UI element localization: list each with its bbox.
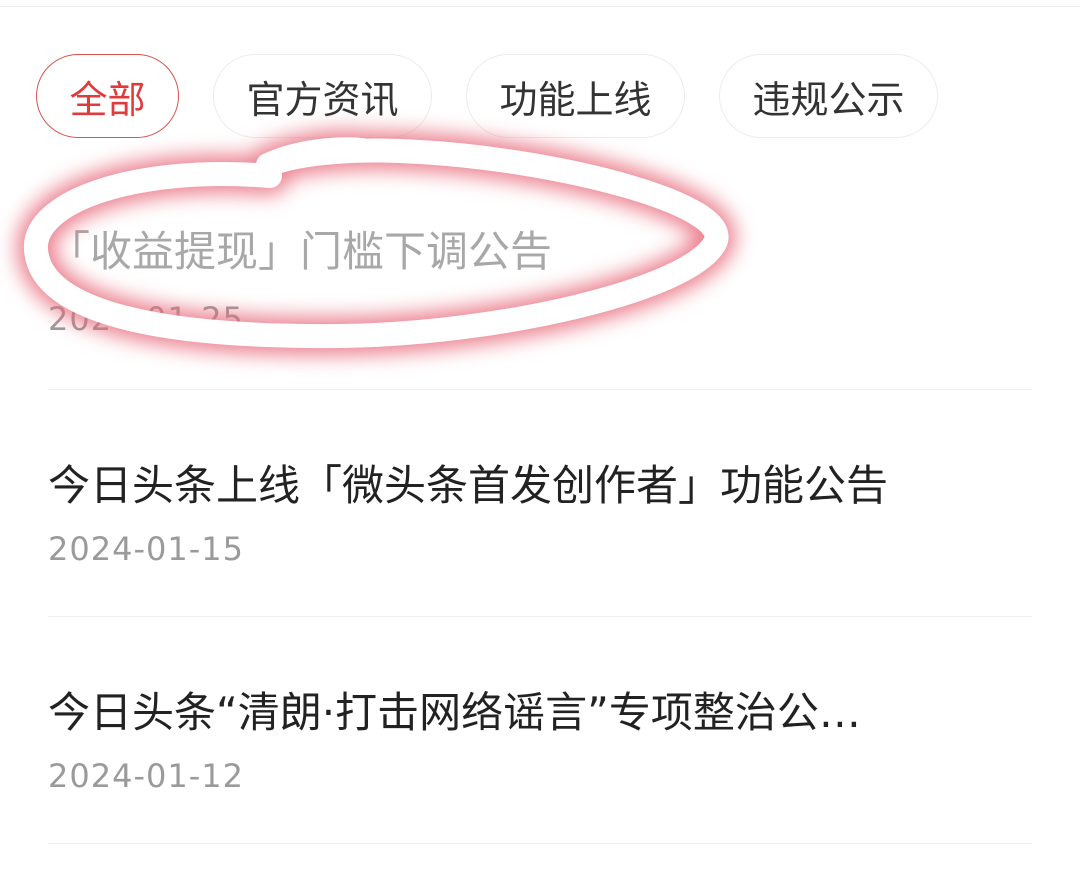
- category-tabs: 全部 官方资讯 功能上线 违规公示: [36, 54, 938, 138]
- announcement-title: 「收益提现」门槛下调公告: [48, 227, 553, 276]
- tab-official-news[interactable]: 官方资讯: [213, 54, 432, 138]
- announcement-date: 2024-01-25: [48, 300, 244, 338]
- announcement-date: 2024-01-15: [48, 530, 244, 568]
- announcement-title: 今日头条上线「微头条首发创作者」功能公告: [48, 461, 889, 510]
- list-item[interactable]: 今日头条上线「微头条首发创作者」功能公告 2024-01-15: [48, 390, 1032, 617]
- list-item[interactable]: 今日头条“清朗·打击网络谣言”专项整治公… 2024-01-12: [48, 617, 1032, 844]
- tab-all[interactable]: 全部: [36, 54, 179, 138]
- announcement-list: 「收益提现」门槛下调公告 2024-01-25 今日头条上线「微头条首发创作者」…: [48, 160, 1032, 844]
- tab-violation-notice[interactable]: 违规公示: [719, 54, 938, 138]
- top-divider: [0, 6, 1080, 7]
- tab-feature-launch[interactable]: 功能上线: [466, 54, 685, 138]
- list-item[interactable]: 「收益提现」门槛下调公告 2024-01-25: [48, 160, 1032, 390]
- announcement-date: 2024-01-12: [48, 757, 244, 795]
- announcement-title: 今日头条“清朗·打击网络谣言”专项整治公…: [48, 688, 861, 737]
